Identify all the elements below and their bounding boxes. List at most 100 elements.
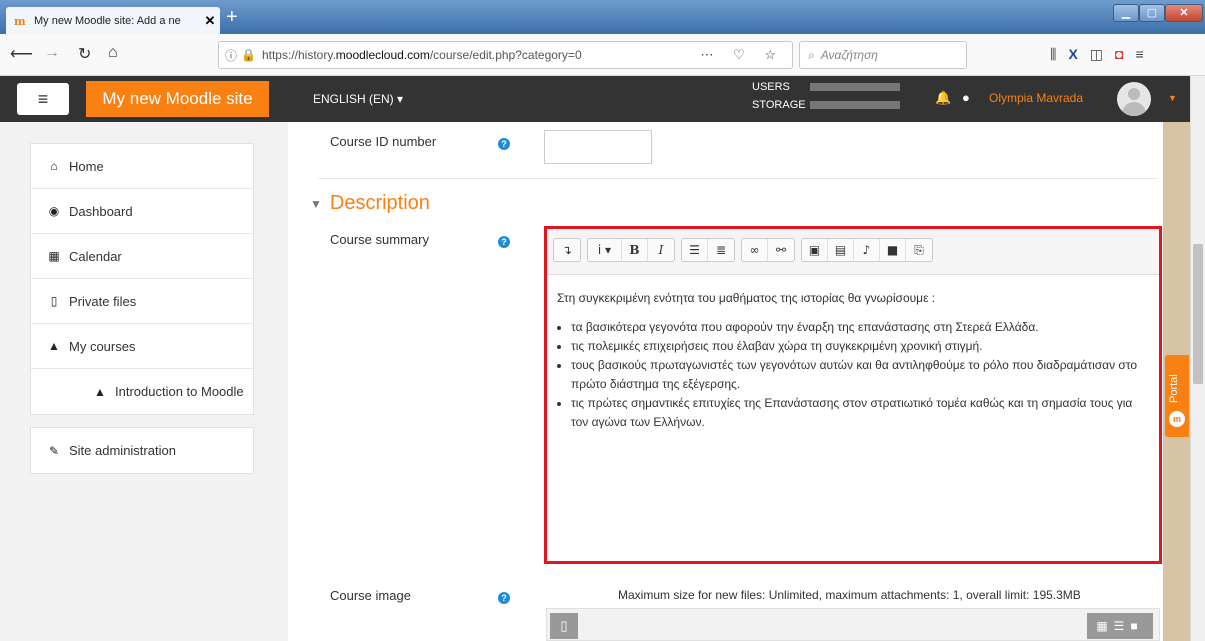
sidebar-item-site-administration[interactable]: ✎ Site administration — [31, 428, 253, 473]
x-extension-icon[interactable]: X — [1068, 46, 1089, 62]
sidebar-item-private-files[interactable]: ▯ Private files — [31, 279, 253, 324]
editor-content[interactable]: Στη συγκεκριμένη ενότητα του μαθήματος τ… — [547, 275, 1159, 446]
paragraph-styles-icon[interactable]: i ▾ — [588, 239, 622, 261]
browser-tab[interactable]: m My new Moodle site: Add a ne ✕ — [6, 7, 220, 34]
help-icon[interactable]: ? — [498, 592, 510, 604]
unordered-list-icon[interactable]: ☰ — [682, 239, 708, 261]
quota-indicator: USERS STORAGE — [752, 78, 900, 114]
reload-icon[interactable]: ↻ — [78, 44, 91, 64]
menu-icon[interactable]: ≡ — [1136, 46, 1156, 62]
nav-drawer: ⌂ Home ◉ Dashboard ▦ Calendar ▯ Private … — [30, 143, 254, 474]
url-text: https://history.moodlecloud.com/course/e… — [261, 48, 582, 62]
forward-icon[interactable]: → — [44, 44, 60, 62]
microphone-icon[interactable]: ♪ — [854, 239, 880, 261]
sidebar-item-label: Introduction to Moodle — [115, 384, 244, 399]
toolbar-group: i ▾ B I — [587, 238, 675, 262]
help-icon[interactable]: ? — [498, 138, 510, 150]
pocket-icon[interactable]: ◘ — [1115, 46, 1135, 62]
browser-toolbar-icons: ⫼X◫◘≡ — [1050, 46, 1156, 63]
storage-quota-label: STORAGE — [752, 99, 806, 111]
toolbar-group: ▣ ▤ ♪ ■ ⎘ — [801, 238, 933, 262]
course-id-label: Course ID number — [330, 134, 437, 149]
scrollbar-thumb[interactable] — [1193, 244, 1203, 384]
site-name-link[interactable]: My new Moodle site — [86, 81, 269, 117]
home-browser-icon[interactable]: ⌂ — [108, 44, 118, 62]
main-content: Course ID number ? ▼ Description Course s… — [288, 122, 1163, 641]
moodle-logo-icon: m — [1169, 411, 1185, 427]
maximize-icon[interactable]: ▢ — [1139, 4, 1165, 22]
user-menu-caret-icon[interactable]: ▼ — [1168, 93, 1177, 103]
media-icon[interactable]: ▤ — [828, 239, 854, 261]
sidebar-item-my-courses[interactable]: ▲ My courses — [31, 324, 253, 369]
library-icon[interactable]: ⫼ — [1050, 46, 1068, 62]
sidebar-icon[interactable]: ◫ — [1090, 46, 1115, 62]
list-item: τις πρώτες σημαντικές επιτυχίες της Επαν… — [571, 394, 1149, 432]
course-image-label: Course image — [330, 588, 411, 603]
help-icon[interactable]: ? — [498, 236, 510, 248]
notifications-bell-icon[interactable]: 🔔 — [935, 90, 951, 106]
admin-block: ✎ Site administration — [30, 427, 254, 474]
sidebar-item-label: Calendar — [69, 248, 122, 264]
search-input[interactable]: ⌕ Αναζήτηση — [799, 41, 967, 69]
list-item: τις πολεμικές επιχειρήσεις που έλαβαν χώ… — [571, 337, 1149, 356]
browser-navbar: ⟵ → ↻ ⌂ ⓘ 🔒 https://history.moodlecloud.… — [0, 34, 1205, 76]
collapse-triangle-icon: ▼ — [310, 196, 322, 211]
home-icon: ⌂ — [50, 159, 58, 173]
new-tab-icon[interactable]: + — [226, 6, 238, 29]
moodle-icon: m — [14, 14, 26, 28]
drawer-toggle-button[interactable]: ≡ — [17, 83, 69, 115]
course-id-input[interactable] — [544, 130, 652, 164]
add-file-icon[interactable]: ▯ — [550, 613, 578, 639]
sidebar-item-course[interactable]: ▲ Introduction to Moodle — [31, 369, 253, 414]
moodle-header: ≡ My new Moodle site ENGLISH (EN) ▾ USER… — [0, 76, 1205, 122]
filemanager: ▯ ▦☰■ — [546, 608, 1160, 641]
sidebar-item-calendar[interactable]: ▦ Calendar — [31, 234, 253, 279]
toolbar-group: ∞ ⚯ — [741, 238, 795, 262]
view-mode-icons[interactable]: ▦☰■ — [1087, 613, 1153, 639]
back-icon[interactable]: ⟵ — [10, 44, 33, 64]
nav-block: ⌂ Home ◉ Dashboard ▦ Calendar ▯ Private … — [30, 143, 254, 415]
language-menu[interactable]: ENGLISH (EN) ▾ — [313, 92, 403, 106]
video-icon[interactable]: ■ — [880, 239, 906, 261]
messages-icon[interactable]: ● — [962, 90, 970, 105]
sidebar-item-label: Private files — [69, 293, 137, 309]
summary-list: τα βασικότερα γεγονότα που αφορούν την έ… — [557, 318, 1149, 432]
search-placeholder: Αναζήτηση — [820, 48, 878, 62]
avatar[interactable] — [1117, 82, 1151, 116]
tab-title: My new Moodle site: Add a ne — [34, 14, 181, 27]
portal-tab[interactable]: Portal m — [1165, 355, 1189, 437]
users-quota-bar — [810, 83, 900, 91]
ordered-list-icon[interactable]: ≣ — [708, 239, 734, 261]
course-summary-editor[interactable]: ↴ i ▾ B I ☰ ≣ ∞ ⚯ ▣ ▤ ♪ ■ ⎘ Στη συγκεκρι… — [544, 226, 1162, 564]
image-icon[interactable]: ▣ — [802, 239, 828, 261]
search-icon: ⌕ — [808, 47, 815, 62]
course-summary-label: Course summary — [330, 232, 429, 247]
user-name[interactable]: Olympia Mavrada — [989, 91, 1083, 105]
file-icon: ▯ — [50, 294, 58, 308]
sidebar-item-label: Dashboard — [69, 203, 133, 219]
file-limits-text: Maximum size for new files: Unlimited, m… — [618, 588, 1081, 602]
list-item: τα βασικότερα γεγονότα που αφορούν την έ… — [571, 318, 1149, 337]
window-titlebar: m My new Moodle site: Add a ne ✕ + ▁ ▢ ✕ — [0, 0, 1205, 34]
show-more-icon[interactable]: ↴ — [554, 239, 580, 261]
info-icon[interactable]: ⓘ — [225, 47, 237, 64]
sidebar-item-label: Home — [69, 158, 104, 174]
section-header-description[interactable]: ▼ Description — [310, 192, 430, 215]
close-window-icon[interactable]: ✕ — [1165, 4, 1203, 22]
url-bar[interactable]: ⓘ 🔒 https://history.moodlecloud.com/cour… — [218, 41, 793, 69]
sidebar-item-home[interactable]: ⌂ Home — [31, 144, 253, 189]
unlink-icon[interactable]: ⚯ — [768, 239, 794, 261]
portal-label: Portal — [1168, 374, 1180, 403]
users-quota-label: USERS — [752, 81, 790, 93]
toolbar-group: ↴ — [553, 238, 581, 262]
italic-icon[interactable]: I — [648, 239, 674, 261]
sidebar-item-dashboard[interactable]: ◉ Dashboard — [31, 189, 253, 234]
close-tab-icon[interactable]: ✕ — [200, 13, 220, 29]
calendar-icon: ▦ — [48, 249, 60, 263]
bold-icon[interactable]: B — [622, 239, 648, 261]
page-actions-icon[interactable]: ⋯ ♡ ☆ — [700, 47, 784, 63]
minimize-icon[interactable]: ▁ — [1113, 4, 1139, 22]
manage-files-icon[interactable]: ⎘ — [906, 239, 932, 261]
mortarboard-icon: ▲ — [94, 384, 106, 399]
link-icon[interactable]: ∞ — [742, 239, 768, 261]
